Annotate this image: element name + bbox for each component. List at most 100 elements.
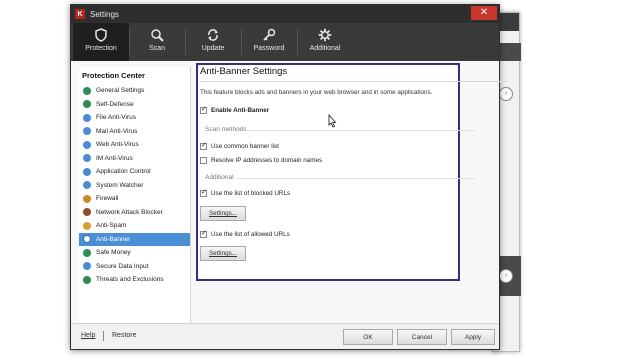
use-common-banner-list-label: Use common banner list bbox=[211, 143, 279, 150]
title-bar: K Settings ✕ bbox=[71, 5, 499, 23]
sidebar-item-network-attack-blocker[interactable]: Network Attack Blocker bbox=[79, 206, 190, 220]
apply-button[interactable]: Apply bbox=[451, 329, 495, 345]
sidebar-item-label: Anti-Spam bbox=[96, 222, 127, 230]
key-icon bbox=[263, 28, 276, 41]
settings-window: K Settings ✕ Protection Scan Update Pass… bbox=[70, 4, 507, 350]
sidebar-item-label: File Anti-Virus bbox=[96, 114, 136, 122]
sidebar-item-label: Mail Anti-Virus bbox=[96, 127, 138, 135]
sidebar-item-mail-anti-virus[interactable]: Mail Anti-Virus bbox=[79, 125, 190, 139]
resolve-ip-checkbox[interactable]: Resolve IP addresses to domain names bbox=[200, 157, 322, 164]
restore-link[interactable]: Restore bbox=[112, 332, 137, 339]
sidebar: Protection Center General Settings Self-D… bbox=[79, 67, 191, 329]
sidebar-item-label: Network Attack Blocker bbox=[96, 208, 163, 216]
refresh-icon bbox=[208, 29, 218, 41]
sidebar-item-anti-banner[interactable]: Anti-Banner bbox=[79, 232, 190, 246]
ok-button[interactable]: OK bbox=[343, 329, 393, 345]
sidebar-list: General Settings Self-Defense File Anti-Vi… bbox=[79, 84, 190, 287]
sidebar-item-label: General Settings bbox=[96, 87, 145, 95]
enable-anti-banner-label: Enable Anti-Banner bbox=[211, 107, 270, 114]
sidebar-item-label: Anti-Banner bbox=[96, 235, 131, 243]
secure-data-input-icon bbox=[83, 262, 91, 271]
sidebar-item-label: IM Anti-Virus bbox=[96, 154, 133, 162]
tab-scan-label: Scan bbox=[149, 45, 165, 52]
sidebar-item-label: Application Control bbox=[96, 168, 151, 176]
title-divider bbox=[200, 81, 507, 82]
allowed-urls-settings-button[interactable]: Settings... bbox=[200, 246, 246, 261]
window-title: Settings bbox=[90, 9, 119, 19]
blocked-urls-label: Use the list of blocked URLs bbox=[211, 190, 291, 197]
sidebar-item-label: Firewall bbox=[96, 195, 119, 203]
tab-update[interactable]: Update bbox=[185, 23, 241, 61]
kaspersky-logo-icon: K bbox=[75, 9, 85, 19]
sidebar-item-web-anti-virus[interactable]: Web Anti-Virus bbox=[79, 138, 190, 152]
firewall-icon bbox=[83, 194, 91, 203]
blocked-urls-checkbox[interactable]: Use the list of blocked URLs bbox=[200, 188, 291, 197]
allowed-urls-label: Use the list of allowed URLs bbox=[211, 231, 290, 238]
sidebar-item-label: Secure Data Input bbox=[96, 262, 149, 270]
sidebar-item-general-settings[interactable]: General Settings bbox=[79, 84, 190, 98]
help-link[interactable]: Help bbox=[81, 332, 95, 339]
use-common-banner-list-box[interactable] bbox=[200, 141, 207, 150]
allowed-urls-box[interactable] bbox=[200, 229, 207, 238]
sidebar-item-file-anti-virus[interactable]: File Anti-Virus bbox=[79, 111, 190, 125]
safe-money-icon bbox=[83, 248, 91, 257]
enable-anti-banner-box[interactable] bbox=[200, 105, 207, 114]
toolbar: Protection Scan Update Password Addition… bbox=[71, 23, 499, 61]
sidebar-item-label: Web Anti-Virus bbox=[96, 141, 139, 149]
additional-divider bbox=[237, 178, 475, 179]
tab-password-label: Password bbox=[253, 45, 285, 52]
additional-heading: Additional bbox=[205, 174, 234, 181]
sidebar-item-system-watcher[interactable]: System Watcher bbox=[79, 179, 190, 193]
sidebar-item-threats-and-exclusions[interactable]: Threats and Exclusions bbox=[79, 273, 190, 287]
mouse-pointer-icon bbox=[328, 113, 337, 128]
scan-methods-divider bbox=[247, 130, 475, 131]
sidebar-item-secure-data-input[interactable]: Secure Data Input bbox=[79, 260, 190, 274]
resolve-ip-label: Resolve IP addresses to domain names bbox=[211, 157, 323, 164]
sidebar-item-application-control[interactable]: Application Control bbox=[79, 165, 190, 179]
sidebar-item-anti-spam[interactable]: Anti-Spam bbox=[79, 219, 190, 233]
use-common-banner-list-checkbox[interactable]: Use common banner list bbox=[200, 141, 279, 150]
sidebar-item-im-anti-virus[interactable]: IM Anti-Virus bbox=[79, 152, 190, 166]
feature-description: This feature blocks ads and banners in y… bbox=[200, 89, 433, 96]
self-defense-icon bbox=[83, 100, 91, 109]
tab-password[interactable]: Password bbox=[241, 23, 297, 61]
background-arrow-icon-2: › bbox=[499, 269, 513, 283]
general-settings-icon bbox=[83, 86, 91, 95]
im-anti-virus-icon bbox=[83, 154, 91, 163]
system-watcher-icon bbox=[83, 181, 91, 190]
file-anti-virus-icon bbox=[83, 113, 91, 122]
anti-banner-panel: Anti-Banner Settings This feature blocks… bbox=[195, 63, 507, 325]
tab-additional-label: Additional bbox=[309, 45, 341, 52]
magnifier-icon bbox=[151, 29, 164, 42]
enable-anti-banner-checkbox[interactable]: Enable Anti-Banner bbox=[200, 105, 270, 114]
shield-icon bbox=[95, 28, 107, 42]
threats-and-exclusions-icon bbox=[83, 275, 91, 284]
sidebar-item-label: System Watcher bbox=[96, 181, 144, 189]
background-arrow-icon: › bbox=[499, 87, 513, 101]
mail-anti-virus-icon bbox=[83, 127, 91, 136]
gear-icon bbox=[318, 28, 332, 42]
sidebar-item-label: Safe Money bbox=[96, 249, 131, 257]
sidebar-item-label: Threats and Exclusions bbox=[96, 276, 164, 284]
resolve-ip-box[interactable] bbox=[200, 157, 207, 164]
close-button[interactable]: ✕ bbox=[471, 6, 497, 20]
blocked-urls-settings-button[interactable]: Settings... bbox=[200, 206, 246, 221]
sidebar-item-safe-money[interactable]: Safe Money bbox=[79, 246, 190, 260]
sidebar-item-firewall[interactable]: Firewall bbox=[79, 192, 190, 206]
scan-methods-heading: Scan methods bbox=[205, 126, 247, 133]
page-title: Anti-Banner Settings bbox=[200, 66, 288, 77]
blocked-urls-box[interactable] bbox=[200, 188, 207, 197]
tab-protection-label: Protection bbox=[85, 45, 117, 52]
sidebar-item-self-defense[interactable]: Self-Defense bbox=[79, 98, 190, 112]
allowed-urls-checkbox[interactable]: Use the list of allowed URLs bbox=[200, 229, 290, 238]
footer-separator bbox=[103, 331, 104, 341]
tab-protection[interactable]: Protection bbox=[73, 23, 129, 61]
tab-update-label: Update bbox=[201, 45, 225, 52]
sidebar-item-label: Self-Defense bbox=[96, 100, 134, 108]
tab-additional[interactable]: Additional bbox=[297, 23, 353, 61]
cancel-button[interactable]: Cancel bbox=[397, 329, 447, 345]
network-attack-blocker-icon bbox=[83, 208, 91, 217]
footer: Help Restore OK Cancel Apply bbox=[71, 323, 499, 349]
tab-scan[interactable]: Scan bbox=[129, 23, 185, 61]
web-anti-virus-icon bbox=[83, 140, 91, 149]
